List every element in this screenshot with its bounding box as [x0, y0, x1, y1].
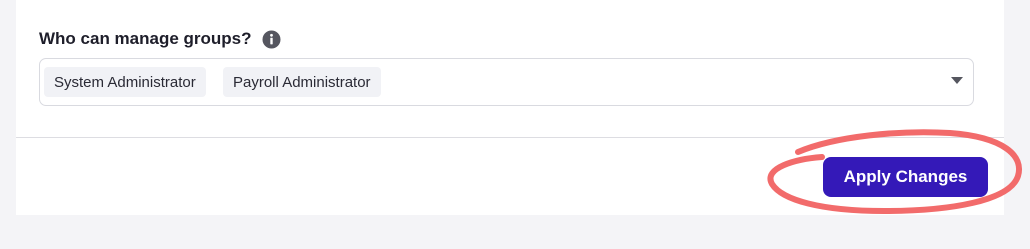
- selected-role-label: System Administrator: [54, 73, 196, 91]
- footer-divider: [16, 137, 1004, 138]
- page-background: Who can manage groups? System Administra…: [0, 0, 1030, 249]
- caret-down-icon[interactable]: [951, 76, 963, 86]
- manage-groups-field-label: Who can manage groups?: [39, 28, 281, 50]
- selected-role-chip[interactable]: Payroll Administrator: [223, 67, 381, 97]
- manage-groups-multiselect[interactable]: System Administrator Payroll Administrat…: [39, 58, 974, 106]
- manage-groups-label-text: Who can manage groups?: [39, 29, 252, 48]
- info-icon[interactable]: [262, 30, 281, 49]
- apply-changes-button[interactable]: Apply Changes: [823, 157, 988, 197]
- settings-card: Who can manage groups? System Administra…: [16, 0, 1004, 215]
- selected-role-chip[interactable]: System Administrator: [44, 67, 206, 97]
- selected-role-label: Payroll Administrator: [233, 73, 371, 91]
